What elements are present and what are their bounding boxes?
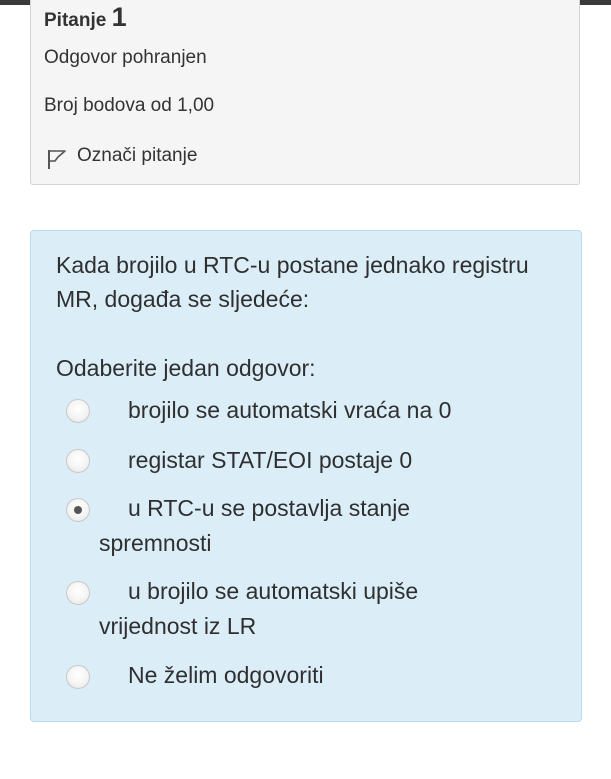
question-info-panel: Pitanje 1 Odgovor pohranjen Broj bodova … bbox=[30, 0, 580, 185]
answer-option-3[interactable]: u RTC-u se postavlja stanje spremnosti bbox=[99, 491, 519, 561]
question-number: 1 bbox=[111, 2, 127, 32]
question-state: Odgovor pohranjen bbox=[44, 47, 207, 68]
answer-radio-2[interactable] bbox=[66, 449, 90, 473]
question-label: Pitanje bbox=[44, 10, 107, 31]
answer-option-5[interactable]: Ne želim odgovoriti bbox=[99, 658, 519, 693]
answer-option-4[interactable]: u brojilo se automatski upiše vrijednost… bbox=[99, 574, 519, 644]
question-text: Kada brojilo u RTC-u postane jednako reg… bbox=[56, 252, 529, 312]
answer-prompt: Odaberite jedan odgovor: bbox=[56, 355, 316, 381]
answer-radio-3-selected[interactable] bbox=[66, 498, 90, 522]
question-grade: Broj bodova od 1,00 bbox=[44, 95, 215, 116]
answer-option-2[interactable]: registar STAT/EOI postaje 0 bbox=[99, 443, 519, 478]
question-number-heading: Pitanje 1 bbox=[44, 2, 127, 33]
flag-icon[interactable] bbox=[46, 148, 68, 170]
question-content-panel: Kada brojilo u RTC-u postane jednako reg… bbox=[30, 230, 582, 722]
answer-radio-5[interactable] bbox=[66, 665, 90, 689]
answer-radio-4[interactable] bbox=[66, 581, 90, 605]
flag-question-label[interactable]: Označi pitanje bbox=[77, 145, 197, 167]
answer-radio-1[interactable] bbox=[66, 399, 90, 423]
answer-option-1[interactable]: brojilo se automatski vraća na 0 bbox=[99, 393, 519, 428]
flag-question-button[interactable]: Označi pitanje bbox=[46, 142, 197, 170]
